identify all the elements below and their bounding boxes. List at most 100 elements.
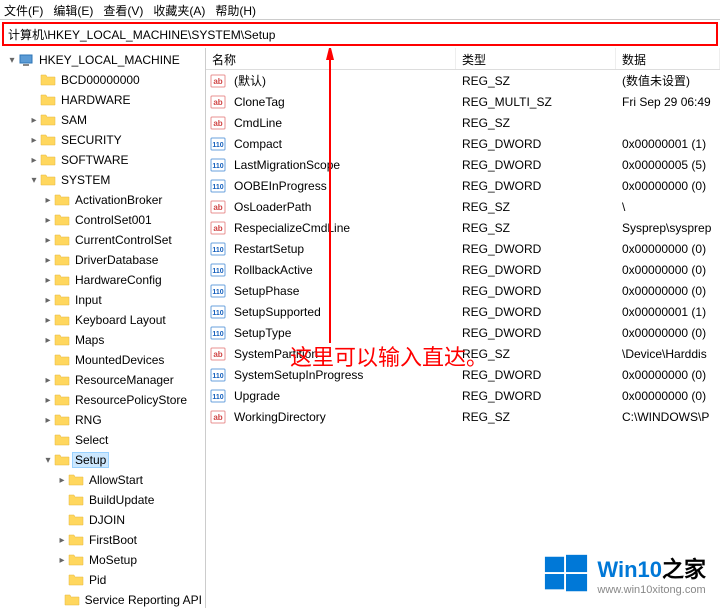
chevron-right-icon[interactable]: ▸ [56, 555, 68, 566]
tree-item-firstboot[interactable]: ▸ FirstBoot [0, 530, 205, 550]
chevron-right-icon[interactable]: ▸ [42, 335, 54, 346]
value-row[interactable]: abSystemPartitionREG_SZ\Device\Harddis [206, 343, 720, 364]
tree-item-controlset001[interactable]: ▸ControlSet001 [0, 210, 205, 230]
value-row[interactable]: 110UpgradeREG_DWORD0x00000000 (0) [206, 385, 720, 406]
tree-item-rng[interactable]: ▸RNG [0, 410, 205, 430]
value-name: CloneTag [228, 94, 456, 110]
chevron-right-icon[interactable]: ▸ [56, 535, 68, 546]
folder-icon [68, 492, 84, 508]
chevron-right-icon[interactable]: ▸ [42, 375, 54, 386]
value-row[interactable]: 110SystemSetupInProgressREG_DWORD0x00000… [206, 364, 720, 385]
tree-item-setup[interactable]: ▾Setup [0, 450, 205, 470]
tree-item-currentcontrolset[interactable]: ▸ CurrentControlSet [0, 230, 205, 250]
tree-item-activationbroker[interactable]: ▸ActivationBroker [0, 190, 205, 210]
value-row[interactable]: 110SetupSupportedREG_DWORD0x00000001 (1) [206, 301, 720, 322]
svg-text:110: 110 [212, 331, 223, 338]
menu-help[interactable]: 帮助(H) [215, 2, 256, 17]
binary-value-icon: 110 [210, 241, 226, 257]
tree-root[interactable]: ▾ HKEY_LOCAL_MACHINE [0, 50, 205, 70]
value-row[interactable]: ab(默认)REG_SZ(数值未设置) [206, 70, 720, 91]
chevron-right-icon[interactable]: ▸ [42, 255, 54, 266]
value-type: REG_SZ [456, 409, 616, 425]
chevron-right-icon[interactable]: ▸ [42, 275, 54, 286]
tree-item-hardware[interactable]: HARDWARE [0, 90, 205, 110]
tree-item-label: CurrentControlSet [72, 232, 175, 248]
tree-item-label: Pid [86, 572, 109, 588]
value-row[interactable]: abRespecializeCmdLineREG_SZSysprep\syspr… [206, 217, 720, 238]
folder-icon [54, 232, 70, 248]
tree-item-driverdatabase[interactable]: ▸DriverDatabase [0, 250, 205, 270]
value-name: SetupPhase [228, 283, 456, 299]
menu-edit[interactable]: 编辑(E) [53, 2, 93, 17]
chevron-right-icon[interactable]: ▸ [42, 215, 54, 226]
value-row[interactable]: 110SetupPhaseREG_DWORD0x00000000 (0) [206, 280, 720, 301]
folder-icon [40, 172, 56, 188]
tree-item-djoin[interactable]: DJOIN [0, 510, 205, 530]
value-type: REG_DWORD [456, 262, 616, 278]
folder-icon [68, 572, 84, 588]
value-type: REG_DWORD [456, 157, 616, 173]
chevron-right-icon[interactable]: ▸ [28, 155, 40, 166]
value-row[interactable]: 110LastMigrationScopeREG_DWORD0x00000005… [206, 154, 720, 175]
svg-text:110: 110 [212, 373, 223, 380]
chevron-right-icon[interactable]: ▸ [42, 415, 54, 426]
value-name: RespecializeCmdLine [228, 220, 456, 236]
folder-icon [54, 192, 70, 208]
folder-icon [54, 432, 70, 448]
chevron-right-icon[interactable]: ▸ [42, 295, 54, 306]
tree-item-buildupdate[interactable]: BuildUpdate [0, 490, 205, 510]
tree-item-bcd00000000[interactable]: BCD00000000 [0, 70, 205, 90]
value-row[interactable]: 110CompactREG_DWORD0x00000001 (1) [206, 133, 720, 154]
value-row[interactable]: 110OOBEInProgressREG_DWORD0x00000000 (0) [206, 175, 720, 196]
address-bar[interactable]: 计算机\HKEY_LOCAL_MACHINE\SYSTEM\Setup [2, 22, 718, 46]
menu-view[interactable]: 查看(V) [103, 2, 143, 17]
chevron-right-icon[interactable]: ▸ [28, 135, 40, 146]
chevron-right-icon[interactable]: ▸ [42, 315, 54, 326]
tree-item-security[interactable]: ▸SECURITY [0, 130, 205, 150]
registry-tree[interactable]: ▾ HKEY_LOCAL_MACHINE BCD00000000HARDWARE… [0, 48, 206, 608]
value-row[interactable]: abOsLoaderPathREG_SZ\ [206, 196, 720, 217]
chevron-down-icon[interactable]: ▾ [42, 455, 54, 466]
tree-item-hardwareconfig[interactable]: ▸HardwareConfig [0, 270, 205, 290]
menu-file[interactable]: 文件(F) [4, 2, 43, 17]
column-type[interactable]: 类型 [456, 48, 616, 69]
tree-item-software[interactable]: ▸SOFTWARE [0, 150, 205, 170]
binary-value-icon: 110 [210, 367, 226, 383]
value-row[interactable]: abCmdLineREG_SZ [206, 112, 720, 133]
tree-item-resourcemanager[interactable]: ▸ResourceManager [0, 370, 205, 390]
value-type: REG_DWORD [456, 388, 616, 404]
tree-item-label: FirstBoot [86, 532, 140, 548]
tree-item-service-reporting-api[interactable]: Service Reporting API [0, 590, 205, 608]
value-row[interactable]: 110SetupTypeREG_DWORD0x00000000 (0) [206, 322, 720, 343]
tree-item-input[interactable]: ▸Input [0, 290, 205, 310]
folder-icon [54, 412, 70, 428]
tree-item-label: MoSetup [86, 552, 140, 568]
tree-item-mounteddevices[interactable]: MountedDevices [0, 350, 205, 370]
value-data: 0x00000000 (0) [616, 325, 720, 341]
chevron-down-icon[interactable]: ▾ [28, 175, 40, 186]
tree-item-label: ResourcePolicyStore [72, 392, 190, 408]
tree-item-allowstart[interactable]: ▸AllowStart [0, 470, 205, 490]
value-row[interactable]: abCloneTagREG_MULTI_SZFri Sep 29 06:49 [206, 91, 720, 112]
chevron-right-icon[interactable]: ▸ [42, 195, 54, 206]
column-data[interactable]: 数据 [616, 48, 720, 69]
tree-item-maps[interactable]: ▸Maps [0, 330, 205, 350]
tree-item-pid[interactable]: Pid [0, 570, 205, 590]
value-row[interactable]: abWorkingDirectoryREG_SZC:\WINDOWS\P [206, 406, 720, 427]
tree-item-system[interactable]: ▾SYSTEM [0, 170, 205, 190]
tree-item-sam[interactable]: ▸SAM [0, 110, 205, 130]
tree-item-keyboard-layout[interactable]: ▸Keyboard Layout [0, 310, 205, 330]
value-row[interactable]: 110RollbackActiveREG_DWORD0x00000000 (0) [206, 259, 720, 280]
chevron-down-icon[interactable]: ▾ [6, 55, 18, 66]
chevron-right-icon[interactable]: ▸ [42, 395, 54, 406]
value-row[interactable]: 110RestartSetupREG_DWORD0x00000000 (0) [206, 238, 720, 259]
chevron-right-icon[interactable]: ▸ [42, 235, 54, 246]
column-name[interactable]: 名称 [206, 48, 456, 69]
menu-favorites[interactable]: 收藏夹(A) [153, 2, 205, 17]
tree-item-resourcepolicystore[interactable]: ▸ ResourcePolicyStore [0, 390, 205, 410]
tree-item-select[interactable]: Select [0, 430, 205, 450]
chevron-right-icon[interactable]: ▸ [28, 115, 40, 126]
chevron-right-icon[interactable]: ▸ [56, 475, 68, 486]
folder-icon [54, 352, 70, 368]
tree-item-mosetup[interactable]: ▸ MoSetup [0, 550, 205, 570]
